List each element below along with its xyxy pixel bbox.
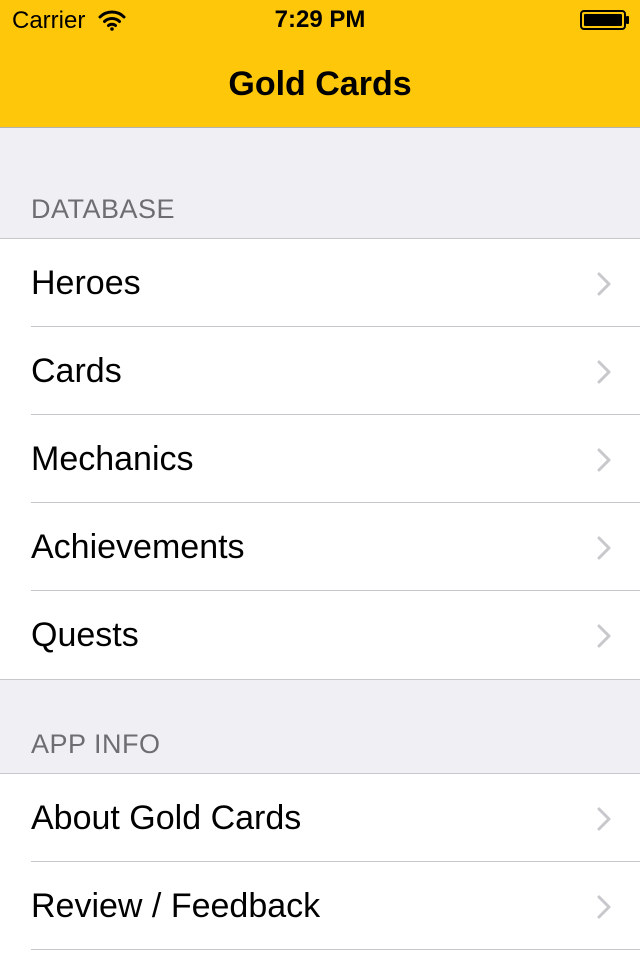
list-item-label: About Gold Cards [31,799,302,837]
list-item-label: Review / Feedback [31,887,321,925]
chevron-right-icon [597,624,611,648]
list-item-achievements[interactable]: Achievements [0,503,640,591]
battery-icon [580,10,629,30]
list-item-mechanics[interactable]: Mechanics [0,415,640,503]
section-header-app-info: APP INFO [31,729,161,759]
database-list: Heroes Cards Mechanics Achievements Ques… [0,238,640,680]
app-info-list: About Gold Cards Review / Feedback [0,773,640,960]
list-item-label: Mechanics [31,440,194,478]
section-header-database: DATABASE [31,194,176,224]
list-item-quests[interactable]: Quests [0,591,640,679]
list-item-label: Achievements [31,528,245,566]
page-title: Gold Cards [228,65,412,103]
clock: 7:29 PM [274,6,366,33]
list-item-about[interactable]: About Gold Cards [0,774,640,862]
list-item-cards[interactable]: Cards [0,327,640,415]
navigation-bar: Carrier 7:29 PM Gold Cards [0,0,640,128]
chevron-right-icon [597,360,611,384]
chevron-right-icon [597,807,611,831]
list-item-label: Cards [31,352,122,390]
app-screen: Carrier 7:29 PM Gold Cards DATABASE Hero… [0,0,640,960]
chevron-right-icon [597,272,611,296]
list-item-review-feedback[interactable]: Review / Feedback [0,862,640,950]
list-item-label: Quests [31,616,139,654]
chevron-right-icon [597,536,611,560]
list-item-label: Heroes [31,264,141,302]
list-item-partial [0,950,640,960]
list-item-heroes[interactable]: Heroes [0,239,640,327]
chevron-right-icon [597,895,611,919]
chevron-right-icon [597,448,611,472]
